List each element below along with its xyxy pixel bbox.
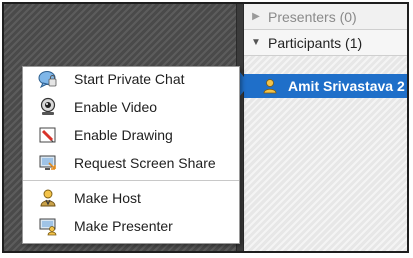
attendees-pane: ▶ Presenters (0) ▼ Participants (1) Amit…: [244, 4, 407, 251]
menu-item-label: Enable Drawing: [74, 127, 173, 143]
menu-item-enable-drawing[interactable]: Enable Drawing: [23, 121, 239, 149]
participant-name: Amit Srivastava 2: [288, 78, 405, 94]
pencil-drawing-icon: [38, 125, 58, 145]
participant-row-selected[interactable]: Amit Srivastava 2: [244, 74, 407, 98]
participants-section-header[interactable]: ▼ Participants (1): [244, 30, 407, 56]
participant-context-menu: Start Private Chat Enable Video Enable D…: [22, 66, 240, 244]
menu-item-label: Start Private Chat: [74, 71, 185, 87]
presenter-icon: [38, 216, 58, 236]
menu-item-label: Make Host: [74, 190, 141, 206]
menu-item-enable-video[interactable]: Enable Video: [23, 93, 239, 121]
menu-separator: [23, 180, 239, 181]
presenters-section-header[interactable]: ▶ Presenters (0): [244, 4, 407, 30]
presenters-label: Presenters (0): [268, 8, 357, 25]
screen-share-icon: [38, 153, 58, 173]
menu-item-label: Enable Video: [74, 99, 158, 115]
expanded-arrow-icon[interactable]: ▼: [244, 37, 268, 48]
host-user-icon: [38, 188, 58, 208]
menu-item-label: Make Presenter: [74, 218, 173, 234]
context-menu-pointer: [239, 71, 250, 97]
menu-item-label: Request Screen Share: [74, 155, 216, 171]
participants-label: Participants (1): [268, 34, 363, 51]
menu-item-make-presenter[interactable]: Make Presenter: [23, 212, 239, 240]
participant-user-icon: [263, 79, 277, 94]
menu-item-start-private-chat[interactable]: Start Private Chat: [23, 65, 239, 93]
chat-bubble-icon: [38, 69, 58, 89]
menu-item-request-screen-share[interactable]: Request Screen Share: [23, 149, 239, 177]
webcam-icon: [38, 97, 58, 117]
menu-item-make-host[interactable]: Make Host: [23, 184, 239, 212]
collapsed-arrow-icon[interactable]: ▶: [244, 11, 268, 22]
